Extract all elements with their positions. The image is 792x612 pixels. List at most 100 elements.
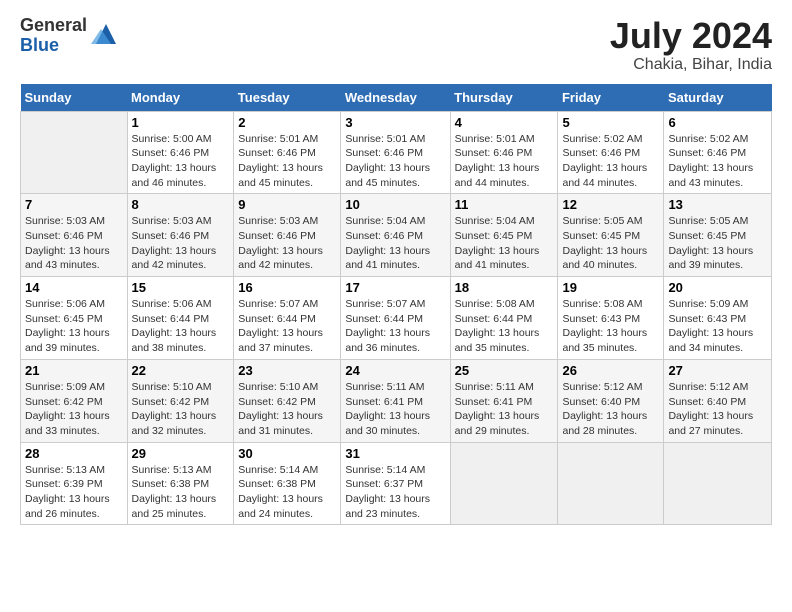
day-number: 26: [562, 363, 659, 378]
col-thursday: Thursday: [450, 84, 558, 112]
day-info: Sunrise: 5:08 AMSunset: 6:44 PMDaylight:…: [455, 297, 554, 356]
calendar-cell: 18 Sunrise: 5:08 AMSunset: 6:44 PMDayligh…: [450, 277, 558, 360]
day-number: 5: [562, 115, 659, 130]
calendar-cell: 21 Sunrise: 5:09 AMSunset: 6:42 PMDayligh…: [21, 359, 128, 442]
day-info: Sunrise: 5:14 AMSunset: 6:37 PMDaylight:…: [345, 463, 445, 522]
day-info: Sunrise: 5:01 AMSunset: 6:46 PMDaylight:…: [238, 132, 336, 191]
calendar-cell: 12 Sunrise: 5:05 AMSunset: 6:45 PMDayligh…: [558, 194, 664, 277]
day-number: 12: [562, 197, 659, 212]
day-number: 18: [455, 280, 554, 295]
header: General Blue July 2024 Chakia, Bihar, In…: [20, 16, 772, 74]
calendar-cell: 20 Sunrise: 5:09 AMSunset: 6:43 PMDayligh…: [664, 277, 772, 360]
calendar-cell: 13 Sunrise: 5:05 AMSunset: 6:45 PMDayligh…: [664, 194, 772, 277]
day-number: 4: [455, 115, 554, 130]
day-number: 23: [238, 363, 336, 378]
calendar-cell: [21, 111, 128, 194]
day-number: 17: [345, 280, 445, 295]
day-number: 22: [132, 363, 230, 378]
calendar-cell: 29Sunrise: 5:13 AMSunset: 6:38 PMDayligh…: [127, 442, 234, 525]
calendar-week-row: 14Sunrise: 5:06 AMSunset: 6:45 PMDayligh…: [21, 277, 772, 360]
calendar-cell: 19 Sunrise: 5:08 AMSunset: 6:43 PMDayligh…: [558, 277, 664, 360]
calendar-cell: 1 Sunrise: 5:00 AMSunset: 6:46 PMDaylight…: [127, 111, 234, 194]
day-info: Sunrise: 5:03 AMSunset: 6:46 PMDaylight:…: [25, 214, 123, 273]
day-info: Sunrise: 5:13 AMSunset: 6:39 PMDaylight:…: [25, 463, 123, 522]
col-wednesday: Wednesday: [341, 84, 450, 112]
day-number: 16: [238, 280, 336, 295]
day-info: Sunrise: 5:07 AMSunset: 6:44 PMDaylight:…: [238, 297, 336, 356]
day-info: Sunrise: 5:14 AMSunset: 6:38 PMDaylight:…: [238, 463, 336, 522]
calendar-cell: 5 Sunrise: 5:02 AMSunset: 6:46 PMDaylight…: [558, 111, 664, 194]
logo-general: General: [20, 16, 87, 36]
calendar-week-row: 21 Sunrise: 5:09 AMSunset: 6:42 PMDayligh…: [21, 359, 772, 442]
calendar-cell: 25 Sunrise: 5:11 AMSunset: 6:41 PMDayligh…: [450, 359, 558, 442]
day-number: 10: [345, 197, 445, 212]
page-container: General Blue July 2024 Chakia, Bihar, In…: [0, 0, 792, 535]
day-info: Sunrise: 5:12 AMSunset: 6:40 PMDaylight:…: [668, 380, 767, 439]
col-tuesday: Tuesday: [234, 84, 341, 112]
day-number: 27: [668, 363, 767, 378]
day-number: 8: [132, 197, 230, 212]
day-info: Sunrise: 5:01 AMSunset: 6:46 PMDaylight:…: [345, 132, 445, 191]
day-number: 19: [562, 280, 659, 295]
calendar-cell: 31 Sunrise: 5:14 AMSunset: 6:37 PMDayligh…: [341, 442, 450, 525]
logo-icon: [91, 19, 121, 49]
calendar-cell: 2 Sunrise: 5:01 AMSunset: 6:46 PMDaylight…: [234, 111, 341, 194]
logo-blue: Blue: [20, 36, 87, 56]
day-number: 21: [25, 363, 123, 378]
col-monday: Monday: [127, 84, 234, 112]
day-info: Sunrise: 5:06 AMSunset: 6:45 PMDaylight:…: [25, 297, 123, 356]
day-info: Sunrise: 5:11 AMSunset: 6:41 PMDaylight:…: [455, 380, 554, 439]
day-number: 31: [345, 446, 445, 461]
day-info: Sunrise: 5:00 AMSunset: 6:46 PMDaylight:…: [132, 132, 230, 191]
day-info: Sunrise: 5:09 AMSunset: 6:43 PMDaylight:…: [668, 297, 767, 356]
calendar-cell: 26Sunrise: 5:12 AMSunset: 6:40 PMDayligh…: [558, 359, 664, 442]
day-info: Sunrise: 5:10 AMSunset: 6:42 PMDaylight:…: [238, 380, 336, 439]
day-info: Sunrise: 5:06 AMSunset: 6:44 PMDaylight:…: [132, 297, 230, 356]
calendar-cell: 17 Sunrise: 5:07 AMSunset: 6:44 PMDayligh…: [341, 277, 450, 360]
day-number: 15: [132, 280, 230, 295]
day-info: Sunrise: 5:02 AMSunset: 6:46 PMDaylight:…: [562, 132, 659, 191]
logo: General Blue: [20, 16, 121, 56]
day-number: 24: [345, 363, 445, 378]
day-number: 20: [668, 280, 767, 295]
col-sunday: Sunday: [21, 84, 128, 112]
day-number: 1: [132, 115, 230, 130]
calendar-cell: 28 Sunrise: 5:13 AMSunset: 6:39 PMDayligh…: [21, 442, 128, 525]
location: Chakia, Bihar, India: [610, 56, 772, 74]
calendar-body: 1 Sunrise: 5:00 AMSunset: 6:46 PMDaylight…: [21, 111, 772, 525]
calendar-cell: [450, 442, 558, 525]
day-number: 9: [238, 197, 336, 212]
day-number: 11: [455, 197, 554, 212]
day-number: 25: [455, 363, 554, 378]
title-block: July 2024 Chakia, Bihar, India: [610, 16, 772, 74]
calendar-cell: [664, 442, 772, 525]
day-info: Sunrise: 5:08 AMSunset: 6:43 PMDaylight:…: [562, 297, 659, 356]
calendar-cell: 24 Sunrise: 5:11 AMSunset: 6:41 PMDayligh…: [341, 359, 450, 442]
calendar-cell: [558, 442, 664, 525]
day-info: Sunrise: 5:13 AMSunset: 6:38 PMDaylight:…: [132, 463, 230, 522]
calendar-cell: 15 Sunrise: 5:06 AMSunset: 6:44 PMDayligh…: [127, 277, 234, 360]
calendar-cell: 8Sunrise: 5:03 AMSunset: 6:46 PMDaylight…: [127, 194, 234, 277]
day-info: Sunrise: 5:07 AMSunset: 6:44 PMDaylight:…: [345, 297, 445, 356]
day-info: Sunrise: 5:04 AMSunset: 6:46 PMDaylight:…: [345, 214, 445, 273]
calendar-week-row: 7Sunrise: 5:03 AMSunset: 6:46 PMDaylight…: [21, 194, 772, 277]
calendar-cell: 27 Sunrise: 5:12 AMSunset: 6:40 PMDayligh…: [664, 359, 772, 442]
day-info: Sunrise: 5:05 AMSunset: 6:45 PMDaylight:…: [668, 214, 767, 273]
col-saturday: Saturday: [664, 84, 772, 112]
day-info: Sunrise: 5:04 AMSunset: 6:45 PMDaylight:…: [455, 214, 554, 273]
day-info: Sunrise: 5:01 AMSunset: 6:46 PMDaylight:…: [455, 132, 554, 191]
day-number: 13: [668, 197, 767, 212]
day-info: Sunrise: 5:03 AMSunset: 6:46 PMDaylight:…: [238, 214, 336, 273]
day-number: 6: [668, 115, 767, 130]
day-info: Sunrise: 5:11 AMSunset: 6:41 PMDaylight:…: [345, 380, 445, 439]
calendar-cell: 23 Sunrise: 5:10 AMSunset: 6:42 PMDayligh…: [234, 359, 341, 442]
day-info: Sunrise: 5:09 AMSunset: 6:42 PMDaylight:…: [25, 380, 123, 439]
calendar-cell: 4 Sunrise: 5:01 AMSunset: 6:46 PMDaylight…: [450, 111, 558, 194]
col-friday: Friday: [558, 84, 664, 112]
calendar-cell: 10 Sunrise: 5:04 AMSunset: 6:46 PMDayligh…: [341, 194, 450, 277]
calendar-week-row: 28 Sunrise: 5:13 AMSunset: 6:39 PMDayligh…: [21, 442, 772, 525]
day-number: 2: [238, 115, 336, 130]
logo-text: General Blue: [20, 16, 87, 56]
day-number: 28: [25, 446, 123, 461]
day-info: Sunrise: 5:05 AMSunset: 6:45 PMDaylight:…: [562, 214, 659, 273]
